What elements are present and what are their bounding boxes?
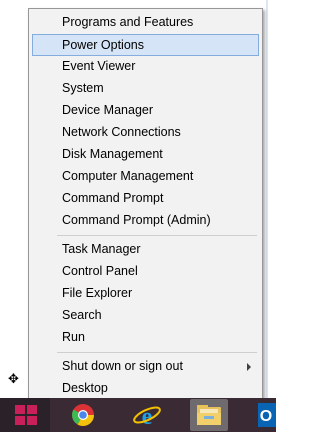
- move-cursor-icon: ✥: [8, 371, 19, 386]
- menu-item-control-panel[interactable]: Control Panel: [32, 261, 259, 283]
- chrome-icon: [72, 404, 94, 426]
- menu-item-desktop[interactable]: Desktop: [32, 378, 259, 400]
- file-explorer-icon: [197, 405, 221, 425]
- windows-logo-icon: [15, 405, 37, 425]
- menu-item-power-options[interactable]: Power Options: [32, 34, 259, 56]
- taskbar: e O: [0, 398, 276, 432]
- menu-item-run[interactable]: Run: [32, 327, 259, 349]
- menu-item-task-manager[interactable]: Task Manager: [32, 239, 259, 261]
- menu-item-shut-down-or-sign-out[interactable]: Shut down or sign out: [32, 356, 259, 378]
- menu-item-file-explorer[interactable]: File Explorer: [32, 283, 259, 305]
- taskbar-file-explorer-button[interactable]: [190, 399, 228, 431]
- menu-item-search[interactable]: Search: [32, 305, 259, 327]
- taskbar-internet-explorer-button[interactable]: e: [128, 399, 166, 431]
- menu-item-label: Shut down or sign out: [62, 359, 183, 373]
- taskbar-chrome-button[interactable]: [64, 399, 102, 431]
- menu-item-computer-management[interactable]: Computer Management: [32, 166, 259, 188]
- desktop-background: [263, 0, 276, 398]
- winx-context-menu: Programs and Features Power Options Even…: [28, 8, 263, 400]
- menu-separator: [57, 235, 257, 236]
- menu-item-command-prompt-admin[interactable]: Command Prompt (Admin): [32, 210, 259, 232]
- outlook-icon: O: [258, 403, 276, 427]
- menu-item-disk-management[interactable]: Disk Management: [32, 144, 259, 166]
- start-button[interactable]: [0, 398, 50, 432]
- svg-text:O: O: [260, 408, 272, 425]
- menu-item-device-manager[interactable]: Device Manager: [32, 100, 259, 122]
- taskbar-outlook-button[interactable]: O: [254, 399, 276, 431]
- menu-item-command-prompt[interactable]: Command Prompt: [32, 188, 259, 210]
- menu-item-event-viewer[interactable]: Event Viewer: [32, 56, 259, 78]
- desktop-edge-detail: [266, 0, 268, 398]
- internet-explorer-icon: e: [133, 404, 161, 430]
- menu-item-network-connections[interactable]: Network Connections: [32, 122, 259, 144]
- menu-item-programs-and-features[interactable]: Programs and Features: [32, 12, 259, 34]
- menu-item-system[interactable]: System: [32, 78, 259, 100]
- submenu-arrow-icon: [247, 363, 251, 371]
- menu-separator: [57, 352, 257, 353]
